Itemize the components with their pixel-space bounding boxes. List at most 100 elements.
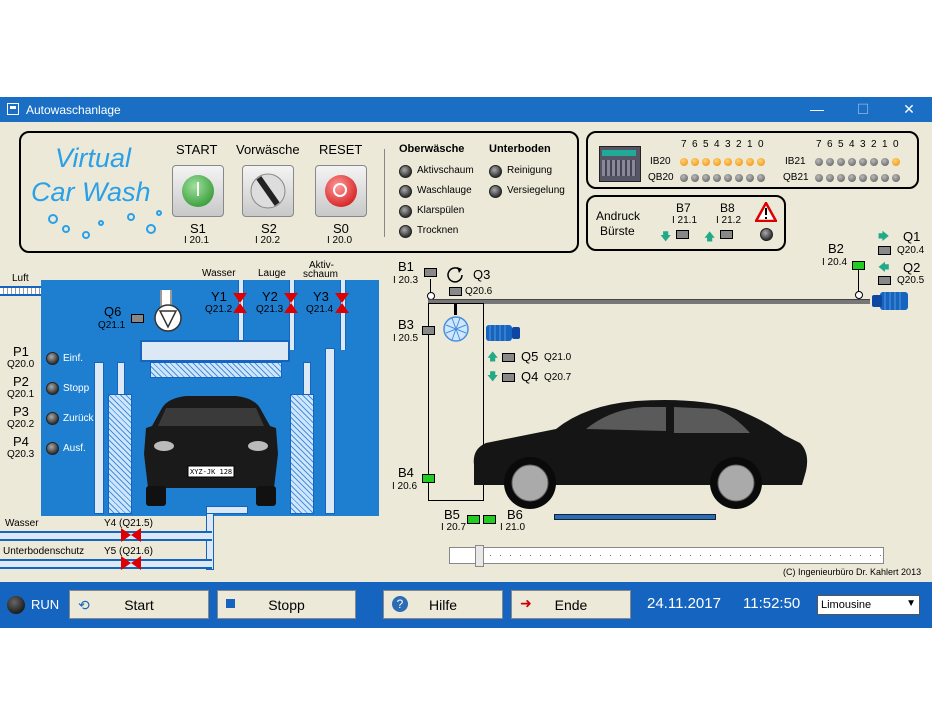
b5-label: B5 [444,507,460,522]
stop-sim-button[interactable]: Stopp [217,590,356,619]
arrow-down-icon-q4: 🡇 [487,371,499,383]
y4-valve-icon[interactable] [121,528,141,542]
luft-label: Luft [12,273,29,284]
prog-trocknen: Trocknen [417,225,459,236]
prog-reinigung: Reinigung [507,165,553,176]
slider-tick [760,555,761,556]
close-button[interactable]: ✕ [886,97,932,122]
b3-sensor [422,326,435,335]
bottom-toolbar: RUN ⟲ Start Stopp ? Hilfe ➜ Ende 24.11.2… [0,582,932,628]
start-button[interactable] [172,165,224,217]
b6-addr: I 21.0 [500,522,526,533]
q5-label: Q5 [521,349,539,364]
copyright-text: (C) Ingenieurbüro Dr. Kahlert 2013 [783,567,922,577]
reset-button[interactable] [315,165,367,217]
exit-button[interactable]: ➜ Ende [511,590,631,619]
wasser-top-label: Wasser [202,268,236,279]
p2-lamp [46,382,59,395]
b4-addr: I 20.6 [392,481,418,492]
rotary-brush-icon [443,316,469,342]
time-display: 11:52:50 [743,595,801,612]
y3-valve-icon[interactable] [335,293,349,313]
arrow-down-icon: 🡇 [660,231,672,243]
klarspuelen-lamp [399,205,412,218]
y2-valve-icon[interactable] [284,293,298,313]
floor-nozzle [554,514,716,520]
andruck-panel: Andruck Bürste B7 I 21.1 🡇 B8 I 21.2 🡅 [586,195,786,251]
andruck-title2: Bürste [600,224,635,238]
slider-tick [490,555,491,556]
slider-tick [560,555,561,556]
top-brush [150,362,282,378]
y1-valve-icon[interactable] [233,293,247,313]
unterboden-pipe-label: Unterbodenschutz [3,546,85,557]
arrow-up-icon: 🡅 [704,231,716,243]
input-led [735,158,743,166]
slider-tick [630,555,631,556]
start-sim-button[interactable]: ⟲ Start [69,590,209,619]
waschlauge-lamp [399,185,412,198]
p4-label: P4 [13,434,29,449]
brush-motor-icon [486,325,520,341]
qb21-label: QB21 [783,172,809,183]
output-led [735,174,743,182]
help-button[interactable]: ? Hilfe [383,590,503,619]
window-title: Autowaschanlage [26,103,121,117]
chevron-down-icon: ▼ [906,598,916,609]
slider-tick [660,555,661,556]
plc-icon [599,146,641,182]
slider-tick [620,555,621,556]
control-panel: Virtual Car Wash START S1 I 20.1 Vorwäsc… [19,131,579,253]
oberwaesche-title: Oberwäsche [399,143,465,155]
output-led [859,174,867,182]
slider-tick [730,555,731,556]
p3-lamp [46,412,59,425]
b8-label: B8 [720,201,735,215]
p3-addr: Q20.2 [7,419,35,430]
bit-number: 4 [849,139,855,150]
slider-tick [640,555,641,556]
p3-label: P3 [13,404,29,419]
vorwaesche-addr: I 20.2 [255,235,281,246]
vehicle-type-select[interactable]: Limousine ▼ [817,595,920,615]
slider-tick [800,555,801,556]
maximize-button[interactable]: ☐ [840,97,886,122]
slider-tick [580,555,581,556]
y2-addr: Q21.3 [256,304,284,315]
input-led [680,158,688,166]
y3-label: Y3 [313,289,329,304]
slider-tick [610,555,611,556]
license-plate: XYZ-JK 128 [190,468,233,476]
bit-number: 2 [736,139,742,150]
b4-sensor [422,474,435,483]
key-switch-icon [250,173,286,209]
dryer-hood [140,340,290,362]
slider-tick [820,555,821,556]
b3-label: B3 [398,317,414,332]
bit-number: 5 [838,139,844,150]
slider-tick [500,555,501,556]
slider-tick [880,555,881,556]
slider-tick [680,555,681,556]
start-label: START [176,142,218,157]
slider-tick [650,555,651,556]
input-led [881,158,889,166]
q1-indicator [878,246,891,255]
aktivschaum-lamp [399,165,412,178]
slider-tick [710,555,711,556]
q6-indicator [131,314,144,323]
reset-addr: I 20.0 [327,235,353,246]
warning-lamp [760,228,773,241]
q1-label: Q1 [903,229,921,244]
output-led [892,174,900,182]
position-slider[interactable] [449,545,884,567]
y5-valve-icon[interactable] [121,556,141,570]
slider-thumb[interactable] [475,545,484,567]
vorwaesche-switch[interactable] [242,165,294,217]
b5-addr: I 20.7 [441,522,467,533]
andruck-title1: Andruck [596,209,641,223]
bit-number: 0 [758,139,764,150]
app-icon [7,103,19,115]
p4-lamp [46,442,59,455]
minimize-button[interactable]: — [794,97,840,122]
